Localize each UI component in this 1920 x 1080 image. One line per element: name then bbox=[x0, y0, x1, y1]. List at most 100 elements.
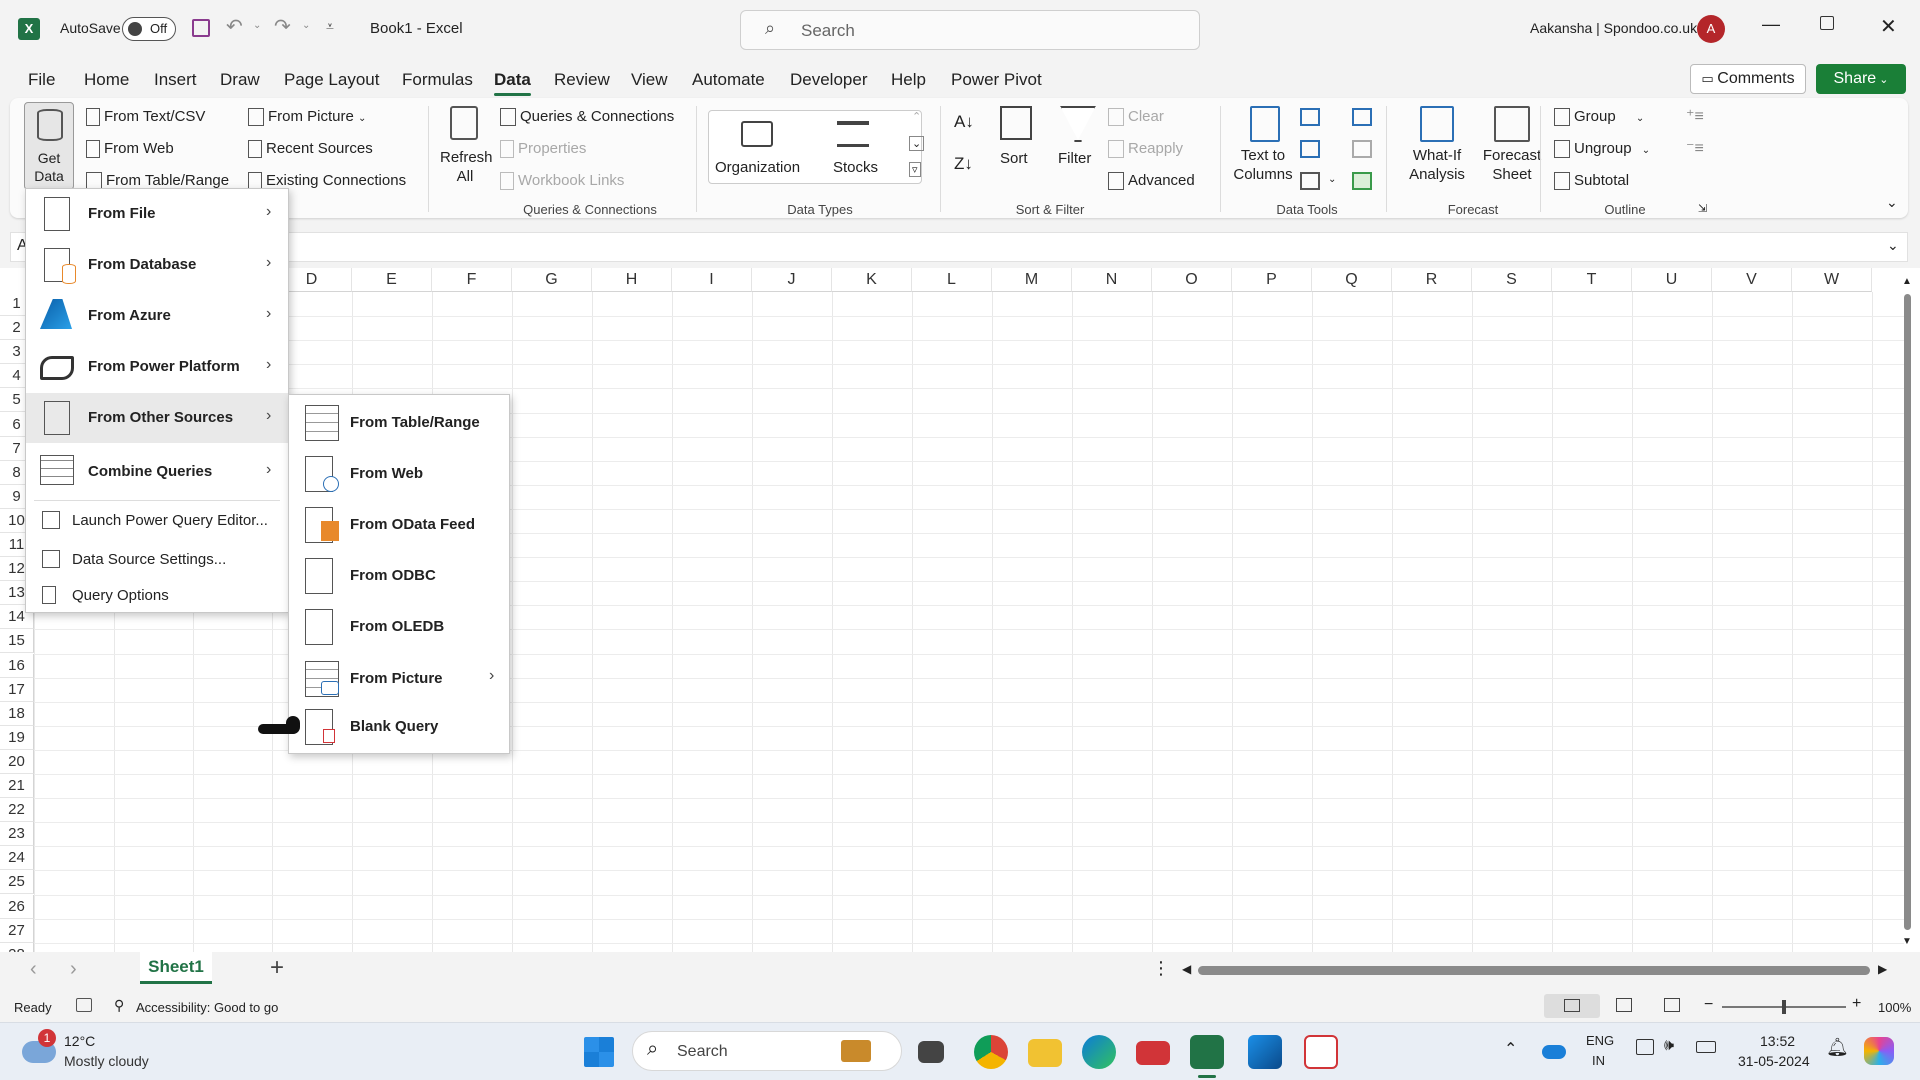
save-icon[interactable] bbox=[192, 19, 210, 37]
column-header[interactable]: J bbox=[752, 268, 832, 292]
subtotal-button[interactable]: Subtotal bbox=[1554, 172, 1629, 191]
snipping-tool-icon[interactable] bbox=[1304, 1035, 1338, 1069]
accessibility-icon[interactable]: ⚲ bbox=[114, 997, 124, 1014]
from-text-csv-button[interactable]: From Text/CSV bbox=[86, 108, 205, 127]
column-header[interactable]: F bbox=[432, 268, 512, 292]
row-header[interactable]: 25 bbox=[0, 870, 34, 895]
avatar[interactable]: A bbox=[1697, 15, 1725, 43]
comments-button[interactable]: ▭ Comments bbox=[1690, 64, 1806, 94]
get-data-button[interactable]: Get Data bbox=[24, 102, 74, 190]
accessibility-status[interactable]: Accessibility: Good to go bbox=[136, 1000, 278, 1015]
row-header[interactable]: 21 bbox=[0, 774, 34, 799]
edge-icon[interactable] bbox=[1082, 1035, 1116, 1069]
tab-automate[interactable]: Automate bbox=[692, 70, 765, 90]
clock-date[interactable]: 31-05-2024 bbox=[1738, 1053, 1810, 1069]
stocks-label[interactable]: Stocks bbox=[833, 159, 878, 176]
text-to-columns-button[interactable]: Text to Columns bbox=[1232, 106, 1293, 192]
column-header[interactable]: V bbox=[1712, 268, 1792, 292]
expand-formula-icon[interactable]: ⌄ bbox=[1887, 237, 1899, 254]
zoom-slider[interactable] bbox=[1722, 1000, 1846, 1014]
row-header[interactable]: 27 bbox=[0, 918, 34, 943]
submenu-item-from-odata-feed[interactable]: From OData Feed bbox=[289, 499, 509, 549]
search-box[interactable]: ⌕ Search bbox=[740, 10, 1200, 50]
file-explorer-icon[interactable] bbox=[1028, 1039, 1062, 1067]
zoom-out-icon[interactable]: − bbox=[1704, 996, 1713, 1014]
row-header[interactable]: 18 bbox=[0, 701, 34, 726]
what-if-button[interactable]: What-If Analysis bbox=[1400, 106, 1470, 192]
language-line1[interactable]: ENG bbox=[1586, 1033, 1614, 1048]
row-header[interactable]: 23 bbox=[0, 822, 34, 847]
page-break-view-icon[interactable] bbox=[1664, 998, 1680, 1012]
row-header[interactable]: 19 bbox=[0, 725, 34, 750]
refresh-all-button[interactable]: Refresh All bbox=[440, 104, 493, 190]
from-picture-button[interactable]: From Picture ⌄ bbox=[248, 108, 366, 127]
tab-developer[interactable]: Developer bbox=[790, 70, 868, 90]
page-layout-view-icon[interactable] bbox=[1616, 998, 1632, 1012]
redo-icon[interactable]: ↷ bbox=[274, 14, 291, 39]
zoom-in-icon[interactable]: + bbox=[1852, 995, 1861, 1013]
submenu-item-blank-query[interactable]: Blank Query bbox=[289, 701, 509, 751]
excel-taskbar-icon[interactable] bbox=[1190, 1035, 1224, 1069]
relationships-icon[interactable] bbox=[1352, 140, 1372, 158]
tab-home[interactable]: Home bbox=[84, 70, 129, 90]
chevron-down-icon[interactable]: ⌄ bbox=[1328, 174, 1336, 185]
column-header[interactable]: O bbox=[1152, 268, 1232, 292]
sort-a-z-icon[interactable]: A↓ bbox=[954, 112, 974, 132]
data-validation-icon[interactable] bbox=[1300, 172, 1320, 190]
volume-icon[interactable]: 🕪 bbox=[1664, 1037, 1674, 1055]
undo-dropdown-icon[interactable]: ⌄ bbox=[253, 20, 261, 31]
forecast-sheet-button[interactable]: Forecast Sheet bbox=[1480, 106, 1544, 192]
chrome-icon[interactable] bbox=[974, 1035, 1008, 1069]
tab-file[interactable]: File bbox=[28, 70, 55, 90]
tab-insert[interactable]: Insert bbox=[154, 70, 197, 90]
menu-item-from-file[interactable]: From File › bbox=[26, 189, 288, 239]
add-sheet-icon[interactable]: + bbox=[270, 954, 284, 982]
hide-detail-icon[interactable]: ⁻≡ bbox=[1686, 138, 1704, 158]
column-header[interactable]: H bbox=[592, 268, 672, 292]
row-header[interactable]: 20 bbox=[0, 749, 34, 774]
language-line2[interactable]: IN bbox=[1592, 1053, 1605, 1068]
column-header[interactable]: N bbox=[1072, 268, 1152, 292]
column-header[interactable]: I bbox=[672, 268, 752, 292]
share-button[interactable]: Share ⌄ bbox=[1816, 64, 1906, 94]
photos-icon[interactable] bbox=[1248, 1035, 1282, 1069]
workbook-links-button[interactable]: Workbook Links bbox=[500, 172, 624, 191]
macro-record-icon[interactable] bbox=[76, 998, 92, 1012]
taskbar-search[interactable]: ⌕ Search bbox=[632, 1031, 902, 1071]
recent-sources-button[interactable]: Recent Sources bbox=[248, 140, 373, 159]
column-header[interactable]: U bbox=[1632, 268, 1712, 292]
row-header[interactable]: 17 bbox=[0, 677, 34, 702]
chevron-up-icon[interactable]: ⌃ bbox=[1504, 1039, 1517, 1059]
remove-duplicates-icon[interactable] bbox=[1300, 140, 1320, 158]
column-header[interactable]: E bbox=[352, 268, 432, 292]
ungroup-button[interactable]: Ungroup ⌄ bbox=[1554, 140, 1650, 159]
restore-icon[interactable] bbox=[1820, 16, 1834, 30]
zoom-level[interactable]: 100% bbox=[1878, 1000, 1911, 1015]
notification-bell-icon[interactable]: 🔔︎ bbox=[1826, 1037, 1849, 1058]
from-web-button[interactable]: From Web bbox=[86, 140, 174, 159]
show-detail-icon[interactable]: ⁺≡ bbox=[1686, 106, 1704, 126]
consolidate-icon[interactable] bbox=[1352, 108, 1372, 126]
column-header[interactable]: K bbox=[832, 268, 912, 292]
row-header[interactable]: 26 bbox=[0, 894, 34, 919]
sort-z-a-icon[interactable]: Z↓ bbox=[954, 154, 973, 174]
clock-time[interactable]: 13:52 bbox=[1760, 1033, 1795, 1049]
menu-item-combine-queries[interactable]: Combine Queries › bbox=[26, 447, 288, 497]
column-header[interactable]: S bbox=[1472, 268, 1552, 292]
menu-item-from-database[interactable]: From Database › bbox=[26, 240, 288, 290]
tab-draw[interactable]: Draw bbox=[220, 70, 260, 90]
collapse-ribbon-icon[interactable]: ⌄ bbox=[1886, 194, 1898, 211]
undo-icon[interactable]: ↶ bbox=[226, 14, 243, 39]
vertical-scrollbar[interactable]: ▲ ▼ bbox=[1900, 276, 1914, 950]
tab-help[interactable]: Help bbox=[891, 70, 926, 90]
tab-data[interactable]: Data bbox=[494, 70, 531, 96]
tab-power-pivot[interactable]: Power Pivot bbox=[951, 70, 1042, 90]
data-model-icon[interactable] bbox=[1352, 172, 1372, 190]
column-header[interactable]: P bbox=[1232, 268, 1312, 292]
customize-toolbar-icon[interactable]: ⩡ bbox=[326, 18, 334, 35]
gallery-scroll[interactable]: ⌃ ⌄ ▿ bbox=[908, 110, 926, 184]
minimize-icon[interactable]: — bbox=[1762, 14, 1780, 35]
column-header[interactable]: R bbox=[1392, 268, 1472, 292]
battery-icon[interactable] bbox=[1696, 1041, 1716, 1053]
row-header[interactable]: 24 bbox=[0, 846, 34, 871]
